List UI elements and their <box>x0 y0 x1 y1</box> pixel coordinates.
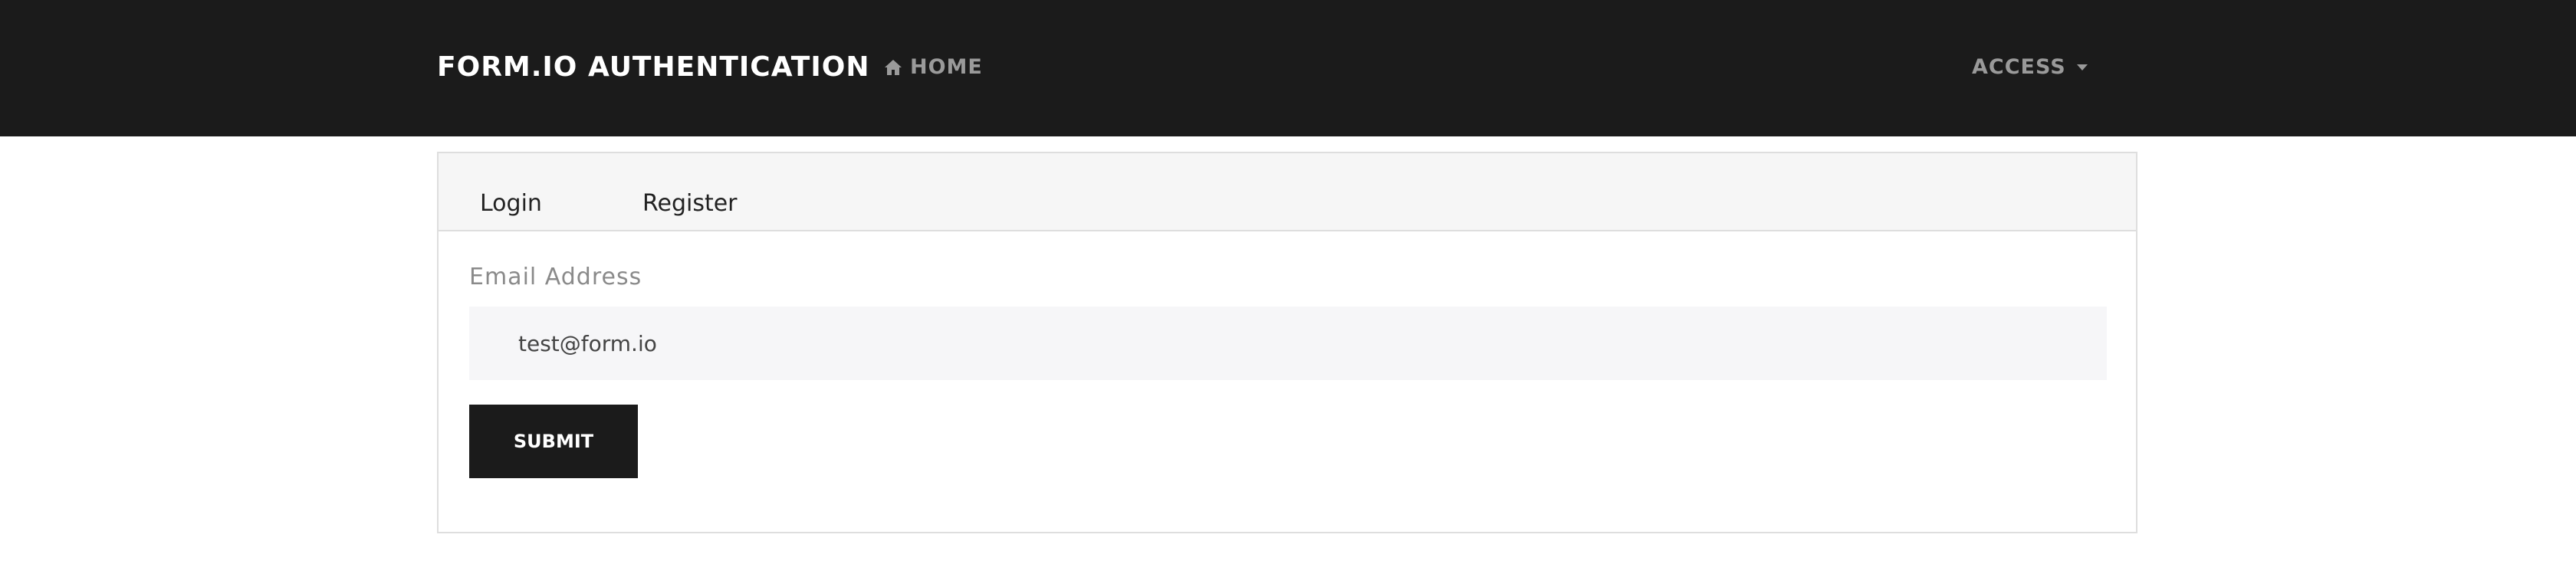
home-icon <box>885 60 902 75</box>
email-field-label: Email Address <box>469 264 642 290</box>
brand-link[interactable]: FORM.IO AUTHENTICATION <box>437 51 869 84</box>
submit-button[interactable]: SUBMIT <box>469 405 638 478</box>
tab-register[interactable]: Register <box>642 189 738 219</box>
auth-tabs: Login Register <box>439 153 2136 231</box>
nav-access-label: ACCESS <box>1972 55 2066 79</box>
nav-home-label: HOME <box>910 55 983 79</box>
caret-down-icon <box>2076 64 2088 70</box>
nav-access-dropdown[interactable]: ACCESS <box>1972 55 2088 80</box>
email-field[interactable] <box>469 307 2107 380</box>
nav-home-link[interactable]: HOME <box>884 55 983 80</box>
auth-form-card: Login Register Email Address SUBMIT <box>437 152 2137 533</box>
tab-login[interactable]: Login <box>480 189 542 219</box>
top-navbar: FORM.IO AUTHENTICATION HOME ACCESS <box>0 0 2576 136</box>
